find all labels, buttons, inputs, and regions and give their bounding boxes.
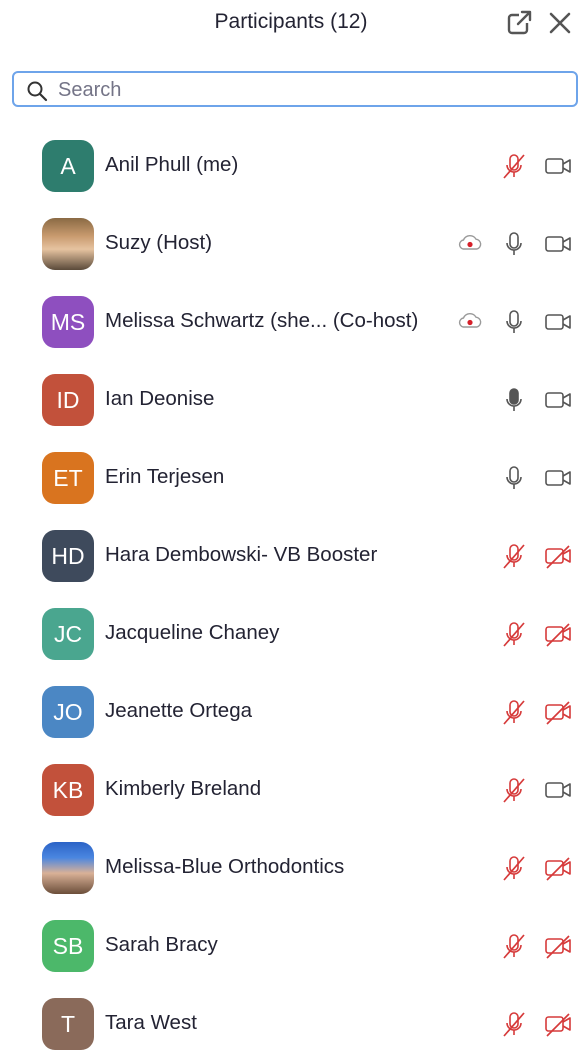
participant-name: Anil Phull (me): [105, 153, 239, 176]
mic-icon[interactable]: [499, 463, 529, 493]
mic-muted-icon[interactable]: [499, 151, 529, 181]
participant-name: Jeanette Ortega: [105, 699, 253, 722]
participant-name: Melissa Schwartz (she... (Co-host): [105, 309, 419, 332]
search-box[interactable]: [12, 71, 578, 107]
avatar: [42, 842, 94, 894]
participant-name: Hara Dembowski- VB Booster: [105, 543, 378, 566]
mic-muted-icon[interactable]: [499, 1009, 529, 1039]
video-off-icon[interactable]: [543, 1009, 573, 1039]
cloud-recording-icon: [455, 307, 485, 337]
mic-active-icon[interactable]: [499, 385, 529, 415]
mic-muted-icon[interactable]: [499, 931, 529, 961]
participant-name: Jacqueline Chaney: [105, 621, 280, 644]
participant-row[interactable]: MS Melissa Schwartz (she... (Co-host): [0, 283, 582, 361]
participant-name: Melissa-Blue Orthodontics: [105, 855, 345, 878]
avatar: KB: [42, 764, 94, 816]
popout-icon[interactable]: [505, 9, 533, 37]
avatar: MS: [42, 296, 94, 348]
avatar: JC: [42, 608, 94, 660]
participant-name: Kimberly Breland: [105, 777, 262, 800]
participant-row[interactable]: HD Hara Dembowski- VB Booster: [0, 517, 582, 595]
video-icon[interactable]: [543, 229, 573, 259]
participant-name: Ian Deonise: [105, 387, 215, 410]
mic-muted-icon[interactable]: [499, 853, 529, 883]
video-icon[interactable]: [543, 307, 573, 337]
participant-row[interactable]: JO Jeanette Ortega: [0, 673, 582, 751]
avatar: [42, 218, 94, 270]
participant-name: Erin Terjesen: [105, 465, 225, 488]
panel-header: Participants (12): [0, 0, 582, 70]
search-input[interactable]: [58, 77, 558, 103]
avatar: ET: [42, 452, 94, 504]
participant-name: Sarah Bracy: [105, 933, 218, 956]
participant-row[interactable]: A Anil Phull (me): [0, 127, 582, 205]
participant-row[interactable]: SB Sarah Bracy: [0, 907, 582, 985]
cloud-recording-icon: [455, 229, 485, 259]
video-off-icon[interactable]: [543, 931, 573, 961]
video-off-icon[interactable]: [543, 697, 573, 727]
avatar: SB: [42, 920, 94, 972]
video-icon[interactable]: [543, 151, 573, 181]
participant-row[interactable]: Suzy (Host): [0, 205, 582, 283]
avatar: JO: [42, 686, 94, 738]
mic-muted-icon[interactable]: [499, 541, 529, 571]
avatar: HD: [42, 530, 94, 582]
search-icon: [26, 80, 48, 102]
avatar: T: [42, 998, 94, 1050]
video-icon[interactable]: [543, 463, 573, 493]
participant-row[interactable]: ET Erin Terjesen: [0, 439, 582, 517]
participant-list: A Anil Phull (me) Suzy (Host) MS Melissa Sch…: [0, 127, 582, 1063]
video-off-icon[interactable]: [543, 853, 573, 883]
video-off-icon[interactable]: [543, 541, 573, 571]
participant-name: Tara West: [105, 1011, 197, 1034]
mic-muted-icon[interactable]: [499, 619, 529, 649]
mic-muted-icon[interactable]: [499, 775, 529, 805]
close-icon[interactable]: [546, 9, 574, 37]
participant-row[interactable]: Melissa-Blue Orthodontics: [0, 829, 582, 907]
avatar: ID: [42, 374, 94, 426]
video-icon[interactable]: [543, 385, 573, 415]
participant-row[interactable]: ID Ian Deonise: [0, 361, 582, 439]
mic-icon[interactable]: [499, 307, 529, 337]
participant-row[interactable]: JC Jacqueline Chaney: [0, 595, 582, 673]
video-off-icon[interactable]: [543, 619, 573, 649]
video-icon[interactable]: [543, 775, 573, 805]
mic-icon[interactable]: [499, 229, 529, 259]
participant-row[interactable]: KB Kimberly Breland: [0, 751, 582, 829]
avatar: A: [42, 140, 94, 192]
participant-name: Suzy (Host): [105, 231, 213, 254]
mic-muted-icon[interactable]: [499, 697, 529, 727]
participant-row[interactable]: T Tara West: [0, 985, 582, 1063]
panel-title: Participants (12): [214, 10, 368, 33]
